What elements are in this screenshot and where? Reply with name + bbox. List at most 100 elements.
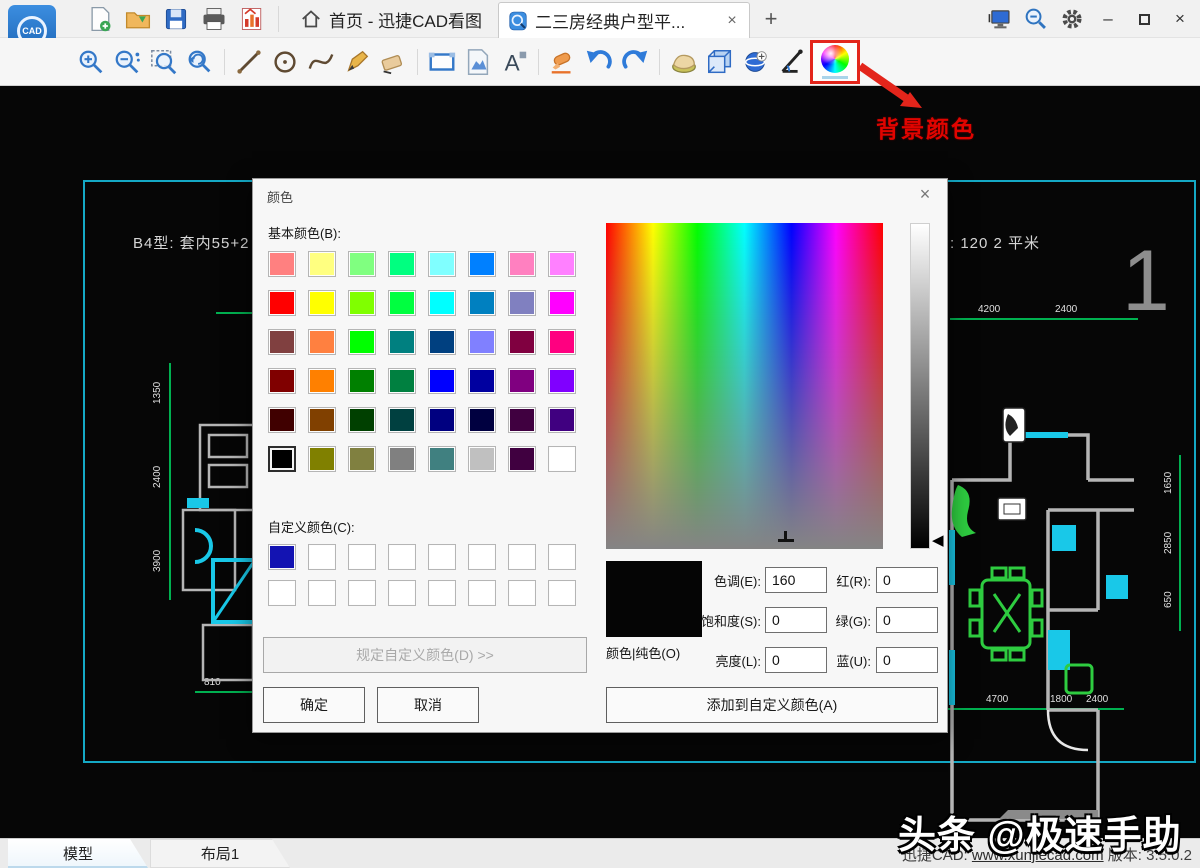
basic-color-swatch[interactable] (508, 329, 536, 355)
save-button[interactable] (160, 3, 192, 35)
zoom-previous-button[interactable] (184, 45, 216, 79)
basic-color-swatch[interactable] (508, 407, 536, 433)
basic-color-swatch[interactable] (268, 329, 296, 355)
basic-color-swatch[interactable] (348, 329, 376, 355)
basic-color-swatch[interactable] (388, 290, 416, 316)
basic-color-swatch[interactable] (388, 446, 416, 472)
cancel-button[interactable]: 取消 (377, 687, 479, 723)
basic-color-swatch[interactable] (348, 290, 376, 316)
window-close-button[interactable]: × (1166, 5, 1194, 33)
custom-color-swatch[interactable] (508, 544, 536, 570)
screen-capture-button[interactable] (986, 5, 1014, 33)
basic-color-swatch[interactable] (548, 251, 576, 277)
basic-color-swatch[interactable] (308, 407, 336, 433)
tab-document-active[interactable]: 二三房经典户型平... × (498, 2, 750, 38)
maximize-button[interactable] (1130, 5, 1158, 33)
new-tab-button[interactable]: + (756, 6, 786, 32)
add-to-custom-colors-button[interactable]: 添加到自定义颜色(A) (606, 687, 938, 723)
rectangle-tool-button[interactable] (426, 45, 458, 79)
custom-color-swatch[interactable] (268, 580, 296, 606)
basic-color-swatch[interactable] (468, 407, 496, 433)
custom-color-swatch[interactable] (388, 544, 416, 570)
basic-color-swatch[interactable] (388, 251, 416, 277)
basic-color-swatch[interactable] (348, 407, 376, 433)
basic-color-swatch[interactable] (548, 368, 576, 394)
text-tool-button[interactable]: A (498, 45, 530, 79)
basic-color-swatch[interactable] (468, 329, 496, 355)
custom-color-swatch[interactable] (548, 580, 576, 606)
solid-fill-button[interactable] (668, 45, 700, 79)
custom-color-swatch[interactable] (348, 544, 376, 570)
minimize-button[interactable]: – (1094, 5, 1122, 33)
basic-color-swatch[interactable] (548, 329, 576, 355)
highlighter-tool-button[interactable] (547, 45, 579, 79)
basic-color-swatch[interactable] (268, 368, 296, 394)
green-input[interactable] (876, 607, 938, 633)
pencil-tool-button[interactable] (341, 45, 373, 79)
basic-color-swatch[interactable] (428, 329, 456, 355)
basic-color-swatch[interactable] (308, 368, 336, 394)
custom-color-swatch[interactable] (308, 580, 336, 606)
custom-color-swatch[interactable] (348, 580, 376, 606)
luminance-slider-arrow[interactable]: ◀ (932, 531, 944, 549)
luminance-slider[interactable] (910, 223, 930, 549)
basic-color-swatch[interactable] (268, 290, 296, 316)
basic-color-swatch[interactable] (468, 368, 496, 394)
settings-button[interactable] (1058, 5, 1086, 33)
zoom-window-button[interactable] (148, 45, 180, 79)
insert-image-button[interactable] (462, 45, 494, 79)
export-image-button[interactable] (236, 3, 268, 35)
basic-color-swatch[interactable] (468, 251, 496, 277)
basic-color-swatch[interactable] (508, 251, 536, 277)
curve-tool-button[interactable] (305, 45, 337, 79)
open-file-button[interactable] (122, 3, 154, 35)
basic-color-swatch[interactable] (428, 446, 456, 472)
basic-color-swatch[interactable] (428, 251, 456, 277)
basic-color-swatch[interactable] (268, 446, 296, 472)
tab-home[interactable]: 首页 - 迅捷CAD看图 (289, 0, 492, 38)
basic-color-swatch[interactable] (268, 407, 296, 433)
basic-color-swatch[interactable] (468, 446, 496, 472)
blue-input[interactable] (876, 647, 938, 673)
basic-color-swatch[interactable] (388, 368, 416, 394)
basic-color-swatch[interactable] (428, 368, 456, 394)
basic-color-swatch[interactable] (388, 329, 416, 355)
custom-color-swatch[interactable] (428, 580, 456, 606)
zoom-out-button[interactable] (112, 45, 144, 79)
basic-color-swatch[interactable] (508, 446, 536, 472)
background-color-button[interactable] (821, 45, 849, 73)
basic-color-swatch[interactable] (548, 407, 576, 433)
3d-orbit-button[interactable] (740, 45, 772, 79)
zoom-in-button[interactable] (76, 45, 108, 79)
hue-saturation-gradient[interactable] (606, 223, 883, 549)
red-input[interactable] (876, 567, 938, 593)
basic-color-swatch[interactable] (348, 368, 376, 394)
new-file-button[interactable] (84, 3, 116, 35)
eraser-tool-button[interactable] (377, 45, 409, 79)
basic-color-swatch[interactable] (548, 290, 576, 316)
tab-layout1[interactable]: 布局1 (150, 839, 290, 868)
basic-color-swatch[interactable] (388, 407, 416, 433)
custom-color-swatch[interactable] (468, 544, 496, 570)
basic-color-swatch[interactable] (308, 290, 336, 316)
basic-color-swatch[interactable] (428, 407, 456, 433)
basic-color-swatch[interactable] (428, 290, 456, 316)
3d-view-button[interactable] (704, 45, 736, 79)
tab-close-icon[interactable]: × (723, 12, 741, 30)
basic-color-swatch[interactable] (308, 251, 336, 277)
redo-button[interactable] (619, 45, 651, 79)
basic-color-swatch[interactable] (268, 251, 296, 277)
custom-color-swatch[interactable] (308, 544, 336, 570)
basic-color-swatch[interactable] (508, 290, 536, 316)
ok-button[interactable]: 确定 (263, 687, 365, 723)
custom-color-swatch[interactable] (548, 544, 576, 570)
basic-color-swatch[interactable] (548, 446, 576, 472)
line-tool-button[interactable] (233, 45, 265, 79)
dialog-close-icon[interactable]: × (913, 184, 937, 205)
custom-color-swatch[interactable] (428, 544, 456, 570)
custom-color-swatch[interactable] (268, 544, 296, 570)
basic-color-swatch[interactable] (348, 446, 376, 472)
custom-color-swatch[interactable] (388, 580, 416, 606)
tab-model[interactable]: 模型 (8, 839, 148, 868)
undo-button[interactable] (583, 45, 615, 79)
